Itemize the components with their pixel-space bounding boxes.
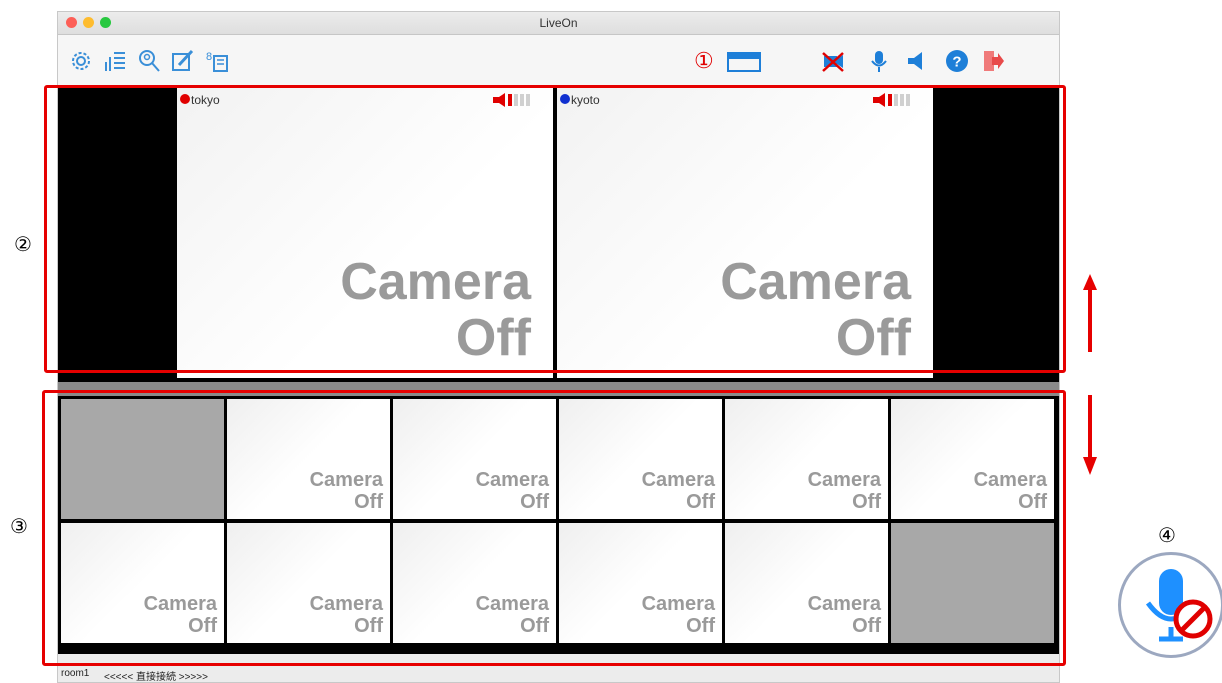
connection-status: <<<<< 直接接続 >>>>> bbox=[104, 672, 208, 683]
search-user-icon bbox=[139, 50, 160, 72]
toolbar: 8 ① ? bbox=[58, 35, 1059, 87]
exit-button[interactable] bbox=[980, 48, 1006, 74]
mute-indicator bbox=[1118, 552, 1222, 658]
level-button[interactable] bbox=[102, 48, 128, 74]
camera-toggle-button[interactable] bbox=[820, 48, 846, 74]
speaker-icon bbox=[908, 52, 922, 70]
whiteboard-button[interactable] bbox=[170, 48, 196, 74]
layout-button[interactable] bbox=[726, 48, 762, 74]
marker-1: ① bbox=[694, 49, 714, 74]
svg-text:?: ? bbox=[952, 54, 961, 71]
annotation-4: ④ bbox=[1158, 523, 1176, 547]
search-user-button[interactable] bbox=[136, 48, 162, 74]
help-icon: ? bbox=[946, 50, 968, 72]
mic-icon bbox=[871, 51, 887, 72]
speaker-button[interactable] bbox=[904, 48, 930, 74]
exit-icon bbox=[984, 51, 1004, 71]
whiteboard-icon bbox=[172, 49, 194, 71]
gear-icon bbox=[72, 52, 90, 70]
settings-button[interactable] bbox=[68, 48, 94, 74]
document-share-icon: 8 bbox=[206, 51, 228, 72]
title-bar: LiveOn bbox=[58, 12, 1059, 35]
level-meter-icon bbox=[105, 52, 125, 71]
document-share-button[interactable]: 8 bbox=[204, 48, 230, 74]
window-title: LiveOn bbox=[539, 16, 578, 30]
annotation-3: ③ bbox=[10, 514, 28, 538]
arrow-down-icon bbox=[1083, 395, 1097, 475]
mic-muted-icon bbox=[1145, 569, 1213, 642]
highlight-box-main bbox=[44, 85, 1066, 373]
room-name: room1 bbox=[61, 668, 90, 679]
arrow-up-icon bbox=[1083, 274, 1097, 352]
layout-icon bbox=[727, 52, 761, 72]
help-button[interactable]: ? bbox=[944, 48, 970, 74]
svg-text:8: 8 bbox=[206, 51, 212, 63]
mic-button[interactable] bbox=[866, 48, 892, 74]
annotation-2: ② bbox=[14, 232, 32, 256]
camera-off-icon bbox=[822, 52, 844, 72]
highlight-box-grid bbox=[42, 390, 1066, 666]
